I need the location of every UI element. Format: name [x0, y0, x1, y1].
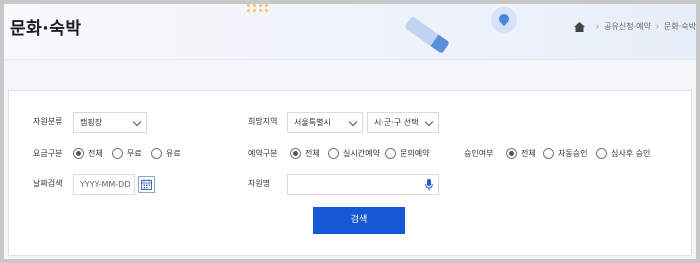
radio-selected-icon	[73, 148, 84, 159]
reservation-label: 예약구분	[248, 149, 278, 158]
reservation-radio-inquiry[interactable]: 문의예약	[385, 148, 429, 159]
date-input[interactable]: YYYY-MM-DD	[73, 174, 135, 195]
resource-name-label: 자원명	[248, 179, 271, 188]
region-sigungu-select[interactable]: 시·군·구 선택	[367, 112, 439, 133]
reservation-radio-realtime[interactable]: 실시간예약	[328, 148, 380, 159]
approval-radio-all[interactable]: 전체	[506, 148, 536, 159]
region-label: 희망지역	[248, 117, 278, 126]
fee-label: 요금구분	[33, 149, 63, 158]
fee-radio-free[interactable]: 무료	[112, 148, 142, 159]
resource-name-input[interactable]	[287, 174, 439, 195]
chevron-right-icon: ›	[595, 22, 600, 31]
radio-icon	[328, 148, 339, 159]
approval-radio-review[interactable]: 심사후 승인	[596, 148, 650, 159]
region-sido-select[interactable]: 서울특별시	[287, 112, 363, 133]
calendar-icon[interactable]	[138, 176, 155, 193]
radio-selected-icon	[506, 148, 517, 159]
radio-selected-icon	[290, 148, 301, 159]
breadcrumb-item-current: 문화·숙박	[664, 22, 696, 31]
radio-icon	[385, 148, 396, 159]
breadcrumb-item-reservation[interactable]: 공유신청·예약	[604, 21, 651, 32]
radio-icon	[112, 148, 123, 159]
chevron-down-icon	[424, 117, 434, 127]
chevron-down-icon	[132, 117, 142, 127]
chevron-down-icon	[348, 117, 358, 127]
page-frame: 문화·숙박 › 공유신청·예약 › 문화·숙박 자원분류 캠핑장 희망지역 서울…	[4, 4, 696, 259]
radio-icon	[543, 148, 554, 159]
resource-type-select[interactable]: 캠핑장	[73, 112, 147, 133]
approval-radio-auto[interactable]: 자동승인	[543, 148, 587, 159]
breadcrumb: › 공유신청·예약 › 문화·숙박	[573, 21, 696, 32]
decorative-dots	[247, 4, 273, 14]
page-header: 문화·숙박 › 공유신청·예약 › 문화·숙박	[4, 4, 696, 60]
reservation-radio-all[interactable]: 전체	[290, 148, 320, 159]
radio-icon	[596, 148, 607, 159]
home-icon[interactable]	[573, 21, 585, 32]
fee-radio-paid[interactable]: 유료	[151, 148, 181, 159]
date-label: 날짜검색	[33, 179, 63, 188]
search-filter-panel: 자원분류 캠핑장 희망지역 서울특별시 시·군·구 선택 요금구분 전체 무료 …	[8, 90, 692, 256]
map-pin-icon	[491, 7, 517, 33]
radio-icon	[151, 148, 162, 159]
approval-label: 승인여부	[464, 149, 494, 158]
fee-radio-all[interactable]: 전체	[73, 148, 103, 159]
resource-type-label: 자원분류	[33, 117, 63, 126]
decorative-pencil	[404, 16, 450, 54]
page-title: 문화·숙박	[10, 19, 82, 39]
chevron-right-icon: ›	[655, 22, 660, 31]
microphone-icon[interactable]	[425, 179, 433, 191]
search-button[interactable]: 검색	[313, 207, 405, 234]
